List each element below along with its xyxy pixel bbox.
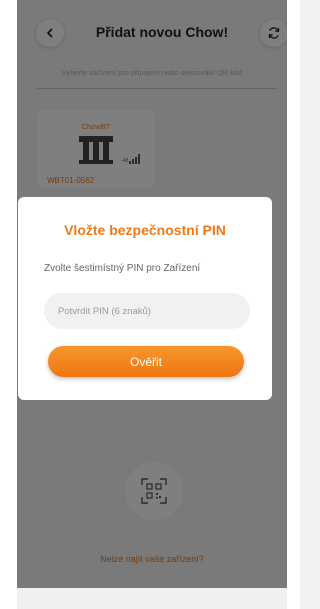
dialog-title: Vložte bezpečnostní PIN xyxy=(64,222,226,238)
pin-input[interactable] xyxy=(44,293,250,329)
frame-left xyxy=(0,0,17,609)
pin-instruction-label: Zvolte šestimístný PIN pro Zařízení xyxy=(44,263,201,274)
pin-dialog: Vložte bezpečnostní PIN Zvolte šestimíst… xyxy=(18,197,272,400)
bottom-bar xyxy=(17,588,287,609)
verify-button[interactable]: Ověřit xyxy=(48,346,244,377)
frame-right xyxy=(287,0,300,609)
